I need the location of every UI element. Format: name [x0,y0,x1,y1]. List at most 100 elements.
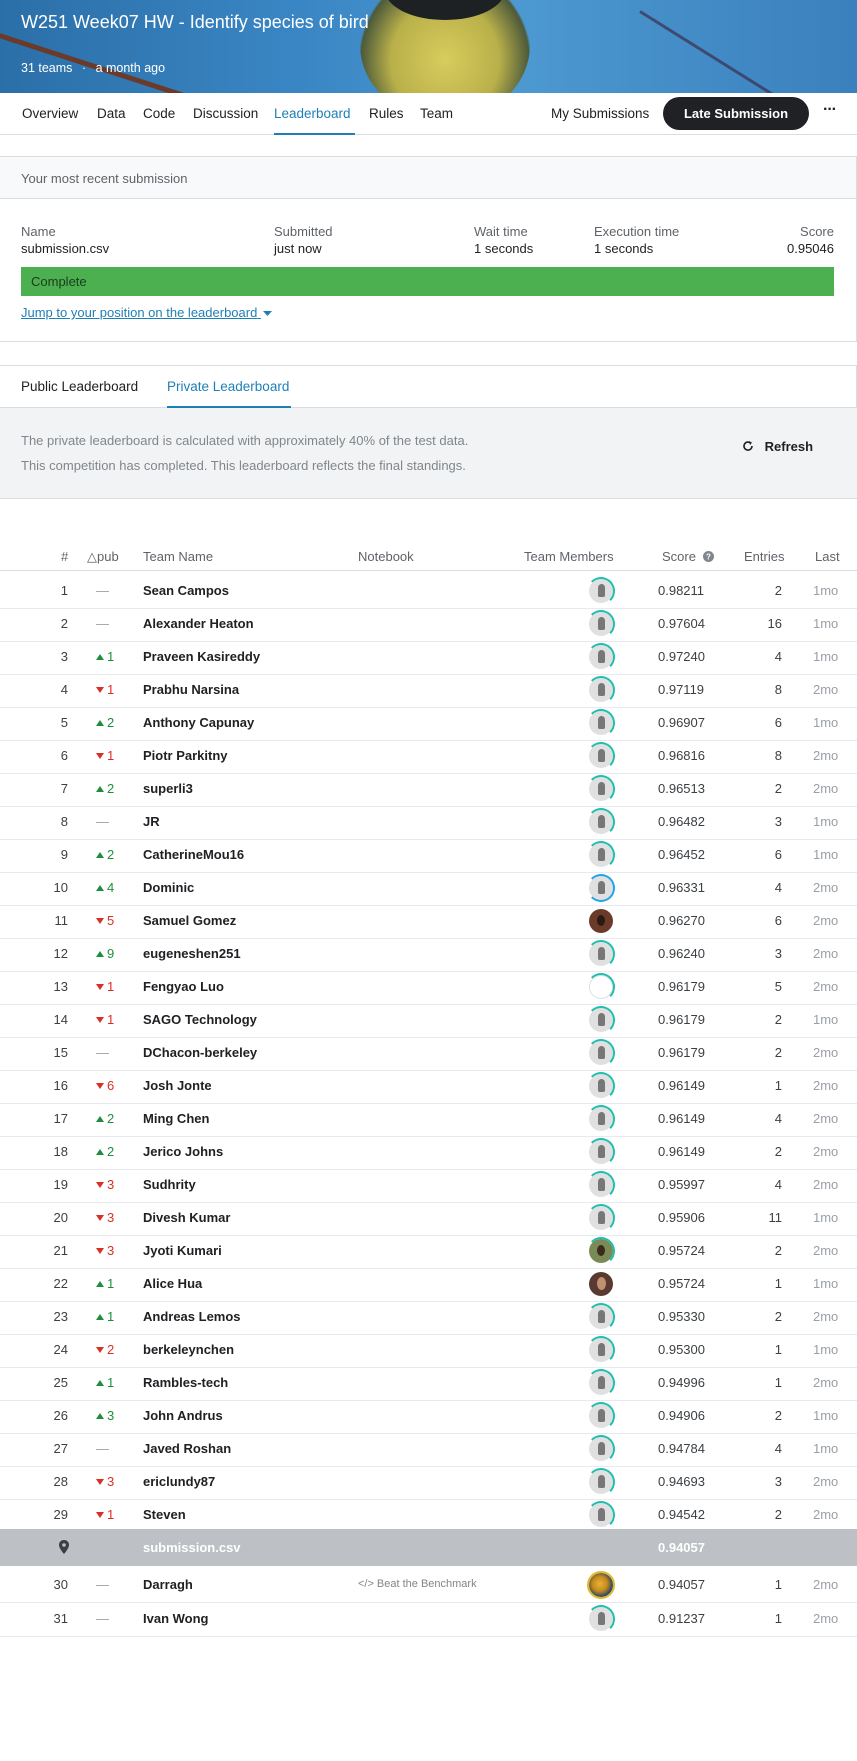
active-tab-indicator [274,133,355,135]
tab-discussion[interactable]: Discussion [193,106,258,121]
last-submission-cell: 2mo [813,1177,839,1192]
col-rank: # [61,549,69,564]
col-team-name: Team Name [143,549,214,564]
table-row[interactable]: 52Anthony Capunay</>0.9690761mo [0,704,857,741]
last-submission-cell: 2mo [813,748,839,763]
last-submission-cell: 2mo [813,1309,839,1324]
entries-cell: 2 [774,1309,782,1324]
my-submission-name: submission.csv [143,1540,241,1555]
refresh-button[interactable]: Refresh [742,439,813,454]
table-row[interactable]: 251Rambles-tech</>0.9499612mo [0,1364,857,1401]
table-row[interactable]: 141SAGO Technology</>0.9617921mo [0,1001,857,1038]
table-row[interactable]: 2—Alexander Heaton</>0.97604161mo [0,605,857,642]
table-row[interactable]: 129eugeneshen251</>0.9624032mo [0,935,857,972]
my-submission-score: 0.94057 [658,1540,705,1555]
last-submission-cell: 2mo [813,682,839,697]
wait-time-value: 1 seconds [474,241,534,256]
table-row[interactable]: 27—Javed Roshan</>0.9478441mo [0,1430,857,1467]
tab-overview[interactable]: Overview [22,106,78,121]
status-bar: Complete [21,267,834,296]
table-row[interactable]: 1—Sean Campos</>0.9821121mo [0,572,857,609]
name-value: submission.csv [21,241,110,256]
competition-meta: 31 teams · a month ago [21,61,165,75]
entries-cell: 2 [774,1144,782,1159]
table-row[interactable]: 92CatherineMou16</>0.9645261mo [0,836,857,873]
entries-cell: 4 [774,649,782,664]
leaderboard-tabs: Public Leaderboard Private Leaderboard [0,366,856,408]
table-row[interactable]: 182Jerico Johns</>0.9614922mo [0,1133,857,1170]
entries-cell: 2 [774,1243,782,1258]
last-submission-cell: 1mo [813,1276,839,1291]
last-submission-cell: 2mo [813,781,839,796]
table-row[interactable]: 221Alice Hua</>0.9572411mo [0,1265,857,1302]
entries-cell: 4 [774,880,782,895]
more-options-icon[interactable]: ··· [823,101,837,119]
entries-cell: 8 [774,748,782,763]
meta-separator: · [81,61,87,75]
tab-public-leaderboard[interactable]: Public Leaderboard [21,379,138,394]
table-row[interactable]: 115Samuel Gomez</>0.9627062mo [0,902,857,939]
help-icon[interactable]: ? [702,551,714,562]
entries-cell: 16 [767,616,782,631]
table-row[interactable]: 166Josh Jonte</>0.9614912mo [0,1067,857,1104]
table-row[interactable]: 291Steven</>0.9454222mo [0,1496,857,1533]
last-submission-cell: 2mo [813,1375,839,1390]
table-row[interactable]: 172Ming Chen</>0.9614942mo [0,1100,857,1137]
table-row[interactable]: 30— Darragh </> Beat the Benchmark 0.94057 1 2… [0,1566,857,1603]
entries-cell: 4 [774,1177,782,1192]
submitted-label: Submitted [274,224,333,239]
table-row[interactable]: 231Andreas Lemos</>0.9533022mo [0,1298,857,1335]
execution-time-label: Execution time [594,224,680,239]
last-submission-cell: 2mo [813,1243,839,1258]
banner-branch [639,10,828,93]
entries-cell: 2 [774,781,782,796]
table-row[interactable]: 242berkeleynchen</>0.9530011mo [0,1331,857,1368]
table-row[interactable]: 31—Ivan Wong</>0.9123712mo [0,1600,857,1637]
last-submission-cell: 2mo [813,1144,839,1159]
table-row[interactable]: 72superli3</>0.9651322mo [0,770,857,807]
last-submission-cell: 1mo [813,1441,839,1456]
tab-code[interactable]: Code [143,106,175,121]
last-submission-cell: 1mo [813,1408,839,1423]
recent-submission-card: Your most recent submission Name submiss… [0,156,857,342]
entries-cell: 4 [774,1441,782,1456]
tab-rules[interactable]: Rules [369,106,404,121]
tab-private-leaderboard[interactable]: Private Leaderboard [167,379,289,394]
tab-data[interactable]: Data [97,106,126,121]
entries-cell: 5 [774,979,782,994]
last-submission-cell: 2mo [813,880,839,895]
tab-leaderboard[interactable]: Leaderboard [274,106,351,121]
score-label: Score [800,224,834,239]
table-row[interactable]: 131Fengyao Luo</>0.9617952mo [0,968,857,1005]
table-row[interactable]: 193Sudhrity</>0.9599742mo [0,1166,857,1203]
competition-title: W251 Week07 HW - Identify species of bir… [21,12,369,32]
score-value: 0.95046 [787,241,834,256]
entries-cell: 6 [774,715,782,730]
my-submissions-link[interactable]: My Submissions [551,106,649,121]
jump-to-position-link[interactable]: Jump to your position on the leaderboard [21,305,272,320]
table-row[interactable]: 203Divesh Kumar</>0.95906111mo [0,1199,857,1236]
last-submission-cell: 1mo [813,1342,839,1357]
tab-team[interactable]: Team [420,106,453,121]
late-submission-button[interactable]: Late Submission [663,97,809,130]
entries-cell: 2 [774,583,782,598]
col-team-members: Team Members [524,549,614,564]
table-row[interactable]: 104Dominic</>0.9633142mo [0,869,857,906]
col-notebook: Notebook [358,549,414,564]
table-row[interactable]: 31Praveen Kasireddy</>0.9724041mo [0,638,857,675]
last-submission-cell: 2mo [813,1611,839,1626]
table-row[interactable]: 41Prabhu Narsina</>0.9711982mo [0,671,857,708]
table-row[interactable]: 213Jyoti Kumari</>0.9572422mo [0,1232,857,1269]
caret-down-icon [262,311,272,317]
table-row[interactable]: 263John Andrus</>0.9490621mo [0,1397,857,1434]
last-submission-cell: 1mo [813,583,839,598]
table-row[interactable]: 8—JR</>0.9648231mo [0,803,857,840]
table-row[interactable]: 283ericlundy87</>0.9469332mo [0,1463,857,1500]
table-row[interactable]: 61Piotr Parkitny</>0.9681682mo [0,737,857,774]
last-submission-cell: 2mo [813,1078,839,1093]
table-row[interactable]: 15—DChacon-berkeley</>0.9617922mo [0,1034,857,1071]
entries-cell: 1 [774,1342,782,1357]
entries-cell: 1 [774,1577,782,1592]
entries-cell: 1 [774,1375,782,1390]
entries-cell: 4 [774,1111,782,1126]
